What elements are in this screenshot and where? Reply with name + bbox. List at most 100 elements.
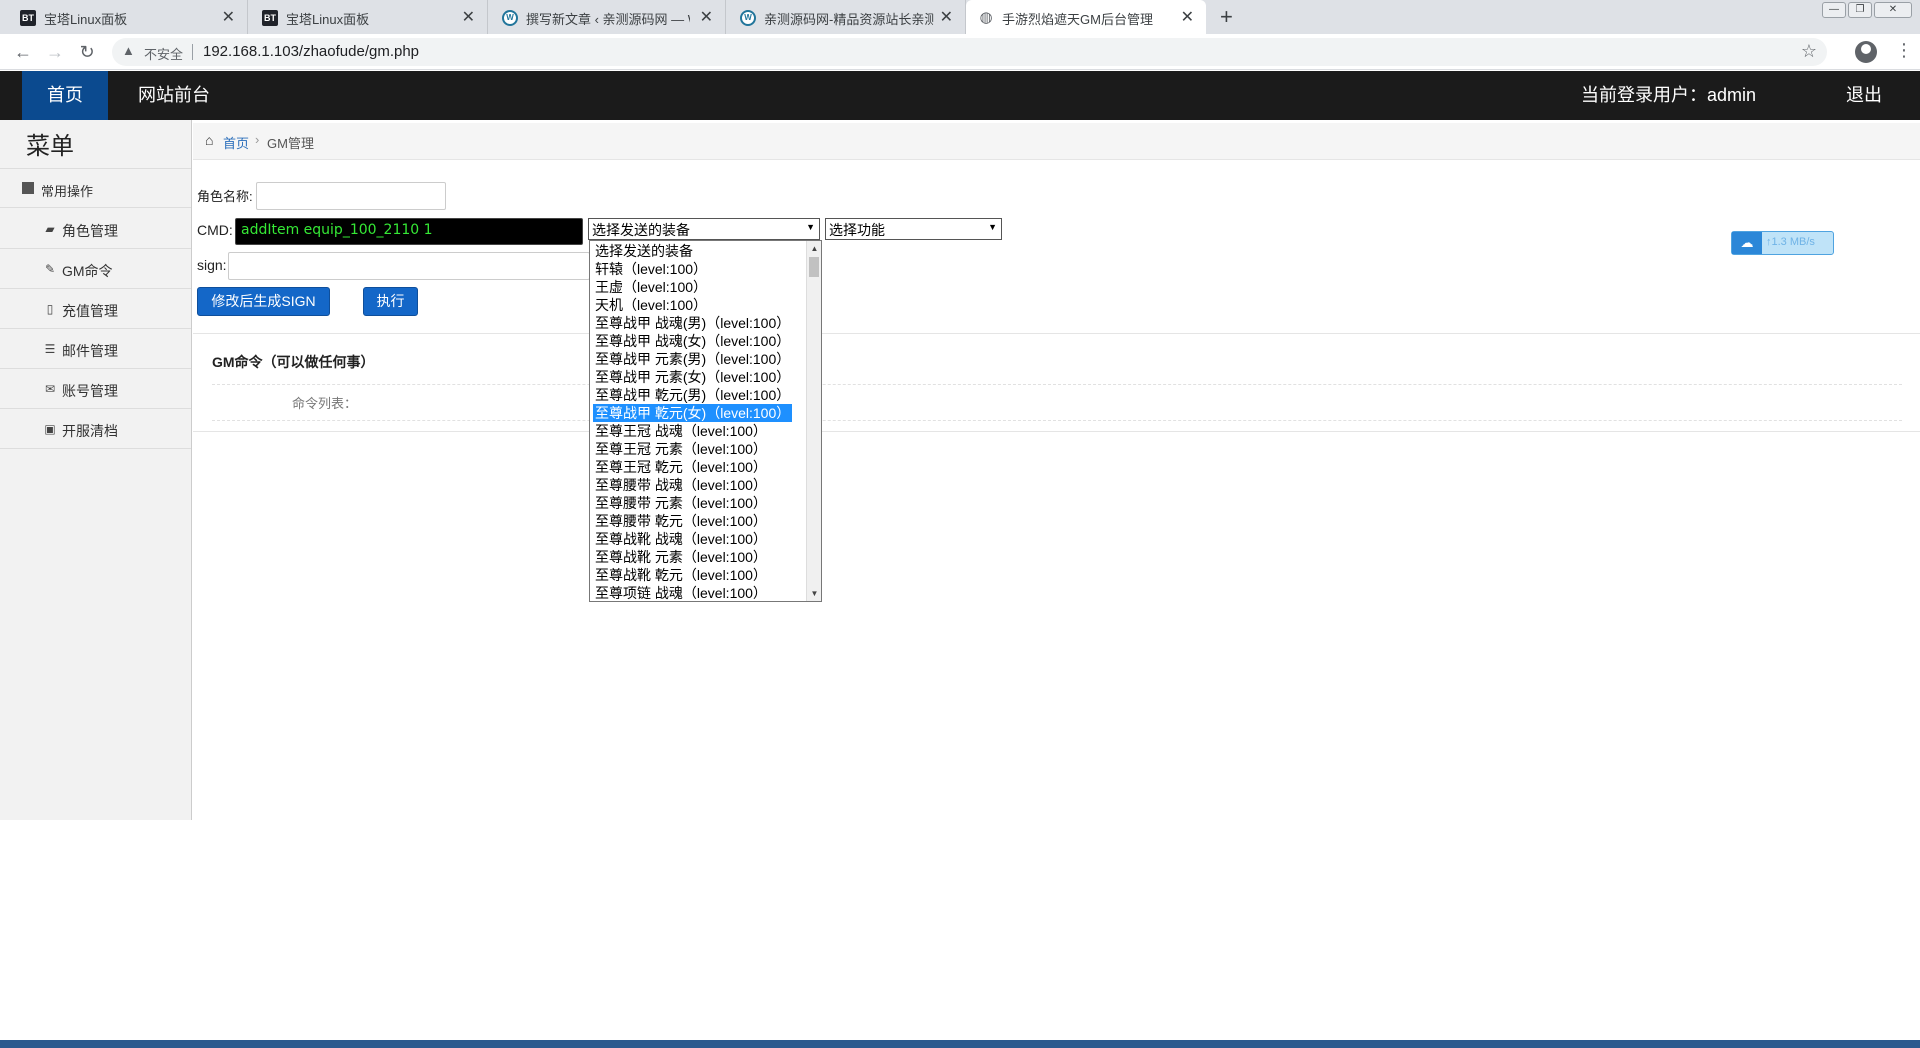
divider (193, 333, 1920, 334)
browser-tab-strip: BT 宝塔Linux面板 ✕ BT 宝塔Linux面板 ✕ W 撰写新文章 ‹ … (0, 0, 1920, 34)
sidebar-item-label: GM命令 (62, 263, 113, 279)
url-text[interactable]: 192.168.1.103/zhaofude/gm.php (203, 43, 419, 60)
dropdown-option[interactable]: 至尊战靴 乾元（level:100） (593, 566, 769, 584)
dropdown-option[interactable]: 王虚（level:100） (593, 278, 709, 296)
close-icon[interactable]: ✕ (700, 7, 713, 27)
dropdown-option[interactable]: 至尊腰带 战魂（level:100） (593, 476, 769, 494)
tab-title: 宝塔Linux面板 (44, 12, 128, 27)
browser-tab-2[interactable]: BT 宝塔Linux面板 ✕ (248, 0, 488, 34)
address-bar[interactable]: ▲ 不安全 192.168.1.103/zhaofude/gm.php ☆ (112, 38, 1827, 66)
tab-title: 撰写新文章 ‹ 亲测源码网 — Wo (526, 12, 690, 27)
sidebar-item-label: 邮件管理 (62, 343, 118, 359)
home-icon: ⌂ (205, 132, 214, 148)
current-user: 当前登录用户：admin (1580, 85, 1756, 105)
close-icon[interactable]: ✕ (462, 7, 475, 27)
close-icon[interactable]: ✕ (940, 7, 953, 27)
execute-button[interactable]: 执行 (363, 287, 418, 316)
forward-icon[interactable]: → (43, 40, 67, 64)
cloud-icon: ☁ (1732, 232, 1762, 254)
dropdown-option[interactable]: 至尊项链 战魂（level:100） (593, 584, 769, 601)
dropdown-option[interactable]: 至尊王冠 战魂（level:100） (593, 422, 769, 440)
browser-tab-3[interactable]: W 撰写新文章 ‹ 亲测源码网 — Wo ✕ (488, 0, 726, 34)
dropdown-option[interactable]: 至尊战甲 元素(男)（level:100） (593, 350, 792, 368)
dropdown-option[interactable]: 至尊战甲 元素(女)（level:100） (593, 368, 792, 386)
scroll-up-icon[interactable]: ▲ (807, 241, 821, 256)
close-window-icon[interactable]: ✕ (1874, 2, 1912, 18)
mail-icon: ✉ (44, 382, 56, 396)
new-tab-icon[interactable]: + (1220, 4, 1233, 30)
tab-title: 宝塔Linux面板 (286, 12, 370, 27)
dropdown-option[interactable]: 至尊战甲 乾元(男)（level:100） (593, 386, 792, 404)
dropdown-option[interactable]: 至尊战甲 战魂(男)（level:100） (593, 314, 792, 332)
breadcrumb: ⌂ 首页 › GM管理 (193, 123, 1920, 160)
close-icon[interactable]: ✕ (222, 7, 235, 27)
sidebar-item-label: 账号管理 (62, 383, 118, 399)
breadcrumb-current: GM管理 (267, 136, 314, 151)
dropdown-option[interactable]: 轩辕（level:100） (593, 260, 709, 278)
bookmark-star-icon[interactable]: ☆ (1801, 41, 1817, 62)
role-name-input[interactable] (256, 182, 446, 210)
sidebar-item-roles[interactable]: ▰ 角色管理 (0, 209, 191, 249)
sidebar-item-label: 开服清档 (62, 423, 118, 439)
scroll-down-icon[interactable]: ▼ (807, 586, 821, 601)
function-select-value: 选择功能 (829, 222, 885, 238)
function-select[interactable]: 选择功能 ▼ (825, 218, 1002, 240)
equipment-select-value: 选择发送的装备 (592, 222, 690, 238)
dropdown-option[interactable]: 天机（level:100） (593, 296, 709, 314)
cmd-input[interactable]: addItem equip_100_2110 1 (235, 218, 583, 245)
cmd-label: CMD: (197, 222, 233, 238)
wrench-icon: ✎ (44, 262, 56, 276)
equipment-select[interactable]: 选择发送的装备 ▼ (588, 218, 820, 240)
close-icon[interactable]: ✕ (1181, 7, 1194, 27)
divider (192, 44, 193, 60)
app-header: 首页 网站前台 当前登录用户：admin 退出 (0, 71, 1920, 120)
restore-icon[interactable]: ❐ (1848, 2, 1872, 18)
globe-icon: ◍ (979, 9, 993, 26)
sidebar-item-label: 充值管理 (62, 303, 118, 319)
browser-tab-4[interactable]: W 亲测源码网-精品资源站长亲测 ✕ (726, 0, 966, 34)
dropdown-option[interactable]: 至尊战甲 乾元(女)（level:100） (591, 403, 794, 423)
minimize-icon[interactable]: — (1822, 2, 1846, 18)
security-status[interactable]: 不安全 (144, 44, 183, 63)
sidebar-item-server-reset[interactable]: ▣ 开服清档 (0, 409, 191, 449)
sidebar-item-recharge[interactable]: ▯ 充值管理 (0, 289, 191, 329)
menu-dots-icon[interactable]: ⋮ (1895, 40, 1913, 61)
breadcrumb-home[interactable]: 首页 (223, 133, 249, 152)
dropdown-option[interactable]: 至尊王冠 乾元（level:100） (593, 458, 769, 476)
sign-input[interactable] (228, 252, 590, 280)
chevron-right-icon: › (255, 132, 260, 147)
dropdown-option[interactable]: 至尊腰带 元素（level:100） (593, 494, 769, 512)
browser-tab-5-active[interactable]: ◍ 手游烈焰遮天GM后台管理 ✕ (966, 0, 1206, 34)
nav-home[interactable]: 首页 (22, 71, 108, 120)
logout-link[interactable]: 退出 (1846, 71, 1882, 120)
sidebar: 菜单 常用操作 ▰ 角色管理 ✎ GM命令 ▯ 充值管理 ☰ 邮件管理 ✉ 账号… (0, 120, 192, 820)
scrollbar-thumb[interactable] (809, 257, 819, 277)
sign-label: sign: (197, 257, 227, 273)
dropdown-scrollbar[interactable]: ▲ ▼ (806, 241, 821, 601)
picture-icon: ▣ (44, 422, 56, 436)
browser-toolbar: ← → ↻ ▲ 不安全 192.168.1.103/zhaofude/gm.ph… (0, 34, 1920, 70)
dropdown-option[interactable]: 至尊战靴 战魂（level:100） (593, 530, 769, 548)
sidebar-item-accounts[interactable]: ✉ 账号管理 (0, 369, 191, 409)
wordpress-favicon-icon: W (740, 10, 756, 26)
generate-sign-button[interactable]: 修改后生成SIGN (197, 287, 330, 316)
sidebar-group-common[interactable]: 常用操作 (0, 168, 191, 208)
account-avatar-icon[interactable] (1855, 41, 1877, 63)
reload-icon[interactable]: ↻ (75, 40, 99, 64)
dropdown-option[interactable]: 至尊王冠 元素（level:100） (593, 440, 769, 458)
sidebar-item-gm[interactable]: ✎ GM命令 (0, 249, 191, 289)
dropdown-option[interactable]: 至尊战靴 元素（level:100） (593, 548, 769, 566)
browser-tab-1[interactable]: BT 宝塔Linux面板 ✕ (0, 0, 248, 34)
dropdown-option[interactable]: 选择发送的装备 (593, 242, 695, 260)
divider (193, 431, 1920, 432)
nav-frontend[interactable]: 网站前台 (138, 71, 210, 120)
sidebar-item-mail[interactable]: ☰ 邮件管理 (0, 329, 191, 369)
list-square-icon (22, 182, 34, 194)
dropdown-option[interactable]: 至尊战甲 战魂(女)（level:100） (593, 332, 792, 350)
dropdown-option[interactable]: 至尊腰带 乾元（level:100） (593, 512, 769, 530)
back-icon[interactable]: ← (11, 40, 35, 64)
network-speed-widget[interactable]: ☁ ↑1.3 MB/s (1731, 231, 1834, 255)
bt-favicon-icon: BT (262, 10, 278, 26)
equipment-dropdown-list[interactable]: 选择发送的装备 轩辕（level:100） 王虚（level:100） 天机（leve… (589, 240, 822, 602)
sidebar-title: 菜单 (26, 133, 74, 160)
